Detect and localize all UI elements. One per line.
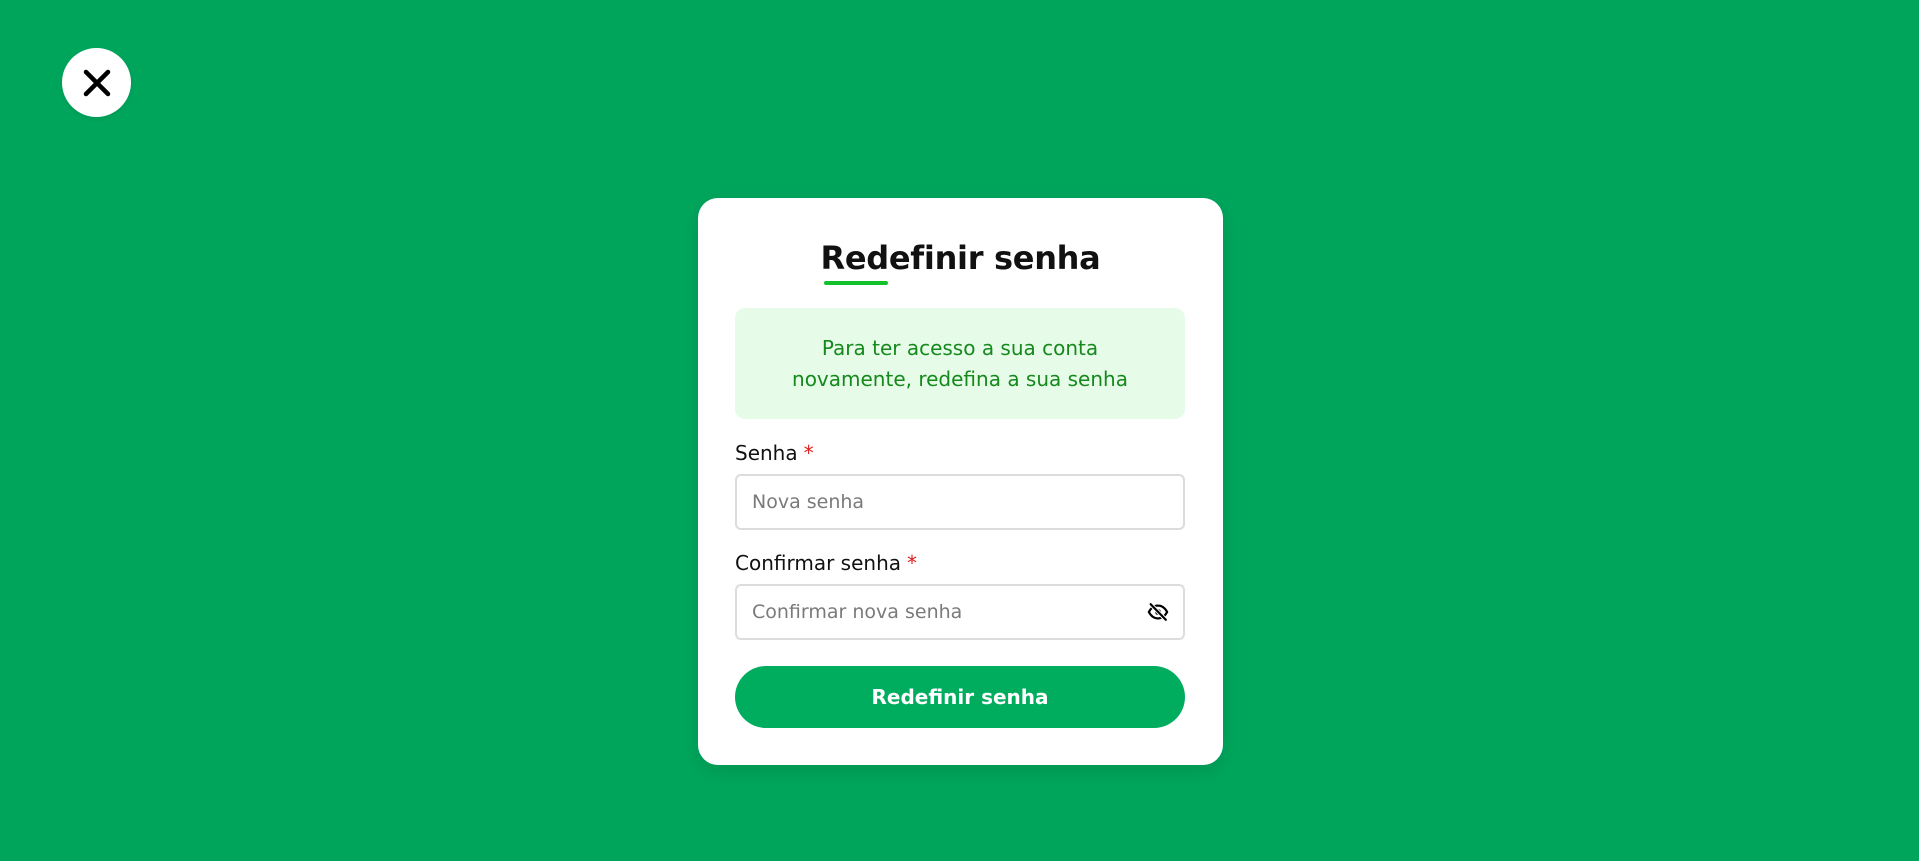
password-field [735,474,1185,530]
close-button[interactable] [62,48,131,117]
reset-password-card: Redefinir senha Para ter acesso a sua co… [698,198,1223,765]
page-title-text: Redefinir senha [820,239,1101,277]
confirm-password-label-text: Confirmar senha [735,551,901,575]
toggle-password-visibility-button[interactable] [1145,599,1171,625]
confirm-password-label: Confirmar senha * [735,550,917,576]
password-input[interactable] [737,476,1183,528]
password-label-text: Senha [735,441,798,465]
title-underline [823,281,888,285]
confirm-password-field [735,584,1185,640]
page-title: Redefinir senha [820,236,1101,285]
confirm-password-input[interactable] [737,586,1183,638]
reset-password-button[interactable]: Redefinir senha [735,666,1185,728]
title-wrapper: Redefinir senha [698,236,1223,285]
password-required-mark: * [803,441,814,465]
info-message-box: Para ter acesso a sua conta novamente, r… [735,308,1185,419]
info-message: Para ter acesso a sua conta novamente, r… [792,335,1128,391]
confirm-password-required-mark: * [907,551,917,575]
eye-off-icon [1147,602,1169,622]
password-label: Senha * [735,440,814,466]
close-icon [83,69,110,96]
